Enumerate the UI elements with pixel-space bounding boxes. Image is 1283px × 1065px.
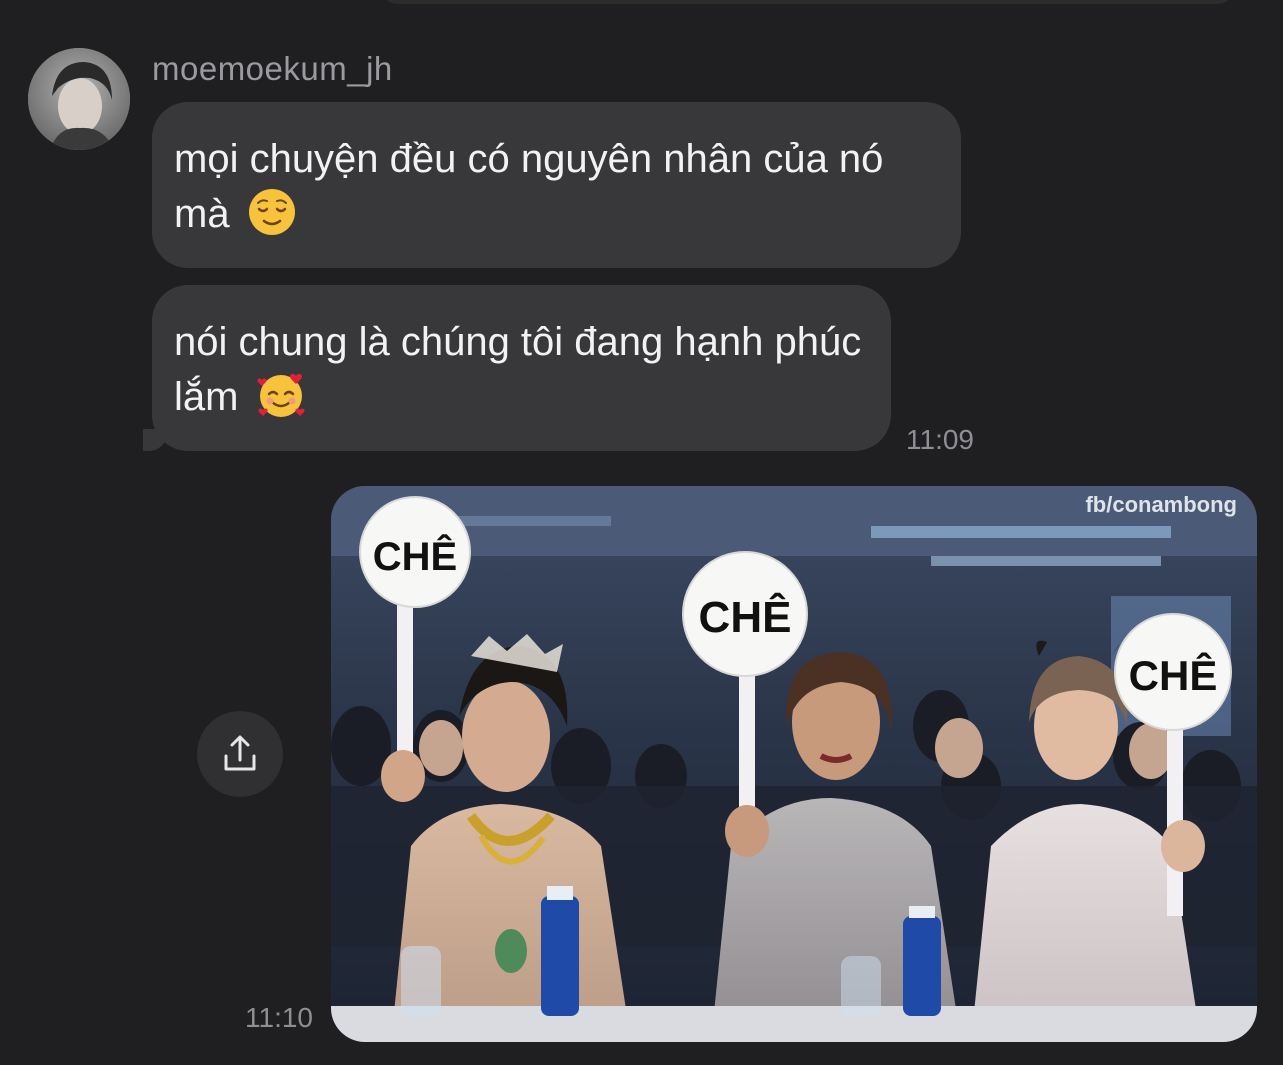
sign-label: CHÊ: [1129, 651, 1218, 699]
message-timestamp: 11:10: [245, 1002, 313, 1033]
sign-label: CHÊ: [373, 533, 457, 579]
message-timestamp: 11:09: [906, 424, 974, 455]
message-bubble[interactable]: mọi chuyện đều có nguyên nhân của nó mà: [152, 102, 961, 268]
smiling-face-with-hearts-icon: [257, 373, 305, 417]
avatar[interactable]: [28, 48, 130, 150]
previous-message-edge: [380, 0, 1235, 4]
image-watermark: fb/conambong: [1085, 492, 1237, 517]
chat-thread: moemoekum_jh mọi chuyện đều có nguyên nh…: [0, 0, 1283, 1065]
relieved-face-icon: [248, 189, 295, 235]
sign-label: CHÊ: [699, 592, 792, 642]
image-message[interactable]: CHÊ CHÊ CHÊ fb/conambong: [331, 486, 1257, 1042]
share-button[interactable]: [197, 711, 283, 797]
sender-username: moemoekum_jh: [152, 50, 393, 87]
message-bubble[interactable]: nói chung là chúng tôi đang hạnh phúc lắ…: [143, 285, 891, 451]
share-upload-icon: [224, 735, 256, 771]
